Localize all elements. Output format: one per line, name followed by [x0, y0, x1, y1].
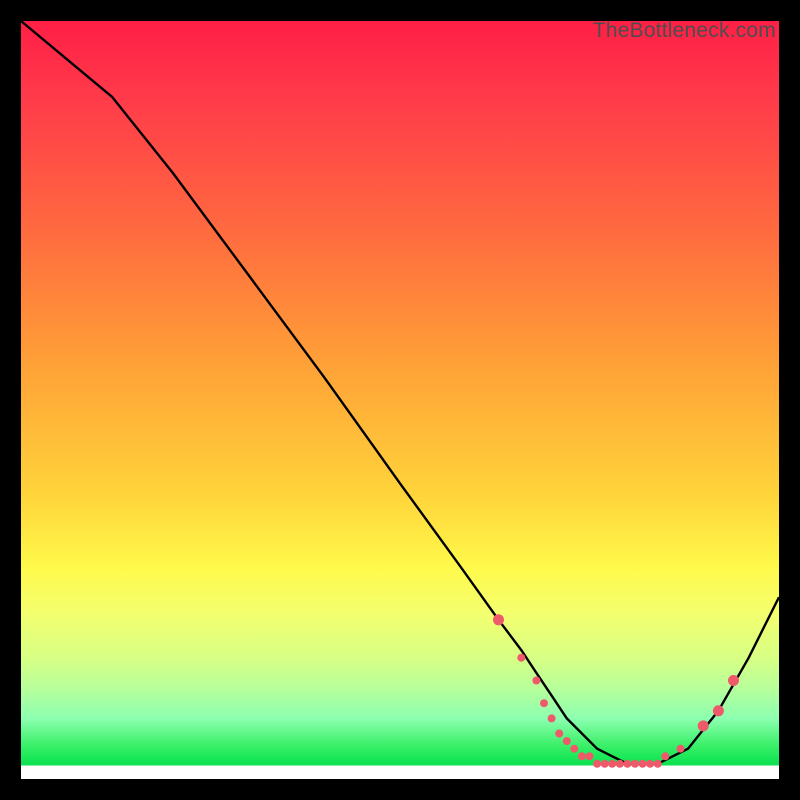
chart-marker: [532, 677, 540, 685]
chart-marker: [593, 760, 601, 768]
chart-marker: [586, 752, 594, 760]
chart-marker: [493, 614, 504, 625]
chart-frame: TheBottleneck.com: [21, 21, 779, 779]
chart-marker: [639, 760, 647, 768]
chart-curve: [21, 21, 779, 764]
chart-marker: [728, 675, 739, 686]
chart-marker: [608, 760, 616, 768]
chart-marker: [654, 760, 662, 768]
chart-marker: [623, 760, 631, 768]
chart-marker: [555, 730, 563, 738]
chart-marker: [713, 705, 724, 716]
chart-marker: [563, 737, 571, 745]
chart-marker: [616, 760, 624, 768]
chart-marker: [517, 654, 525, 662]
chart-marker: [570, 745, 578, 753]
chart-marker: [661, 752, 669, 760]
chart-marker: [601, 760, 609, 768]
chart-marker: [548, 714, 556, 722]
chart-marker: [698, 720, 709, 731]
chart-markers: [493, 614, 739, 768]
chart-marker: [578, 752, 586, 760]
chart-marker: [677, 745, 685, 753]
chart-plot: [21, 21, 779, 779]
chart-marker: [646, 760, 654, 768]
chart-marker: [540, 699, 548, 707]
chart-marker: [631, 760, 639, 768]
